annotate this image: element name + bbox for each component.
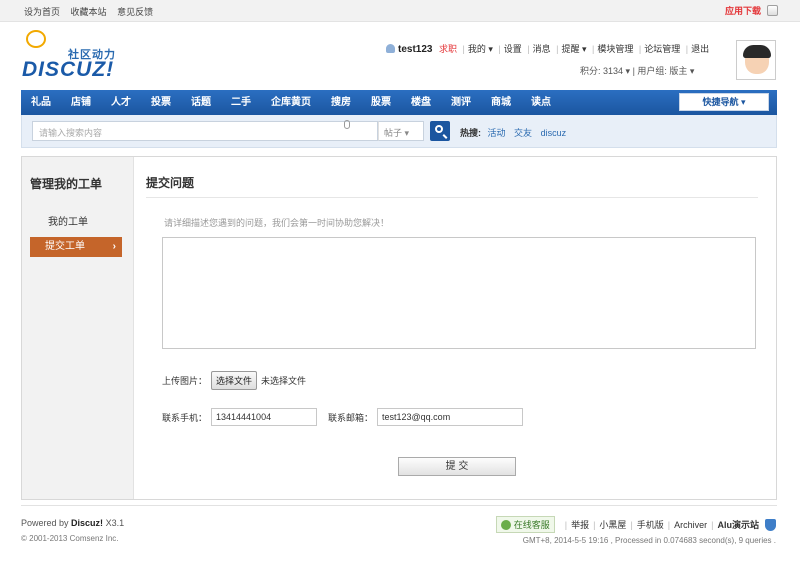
logo-bubble-icon [26, 30, 46, 48]
sidebar-item-submit-ticket[interactable]: 提交工单 › [30, 237, 122, 257]
app-download[interactable]: 应用下载 [725, 4, 778, 17]
phone-label: 联系手机： [162, 412, 208, 423]
nav-item-housing[interactable]: 搜房 [321, 90, 361, 115]
module-admin-link[interactable]: 模块管理 [597, 44, 633, 54]
powered-prefix: Powered by [21, 518, 69, 528]
search-button[interactable] [430, 121, 450, 141]
logo-brand: DISCUZ! [22, 58, 115, 81]
nav-item-gifts[interactable]: 礼品 [21, 90, 61, 115]
problem-textarea[interactable] [162, 237, 756, 349]
footer-links: 在线客服 | 举报 | 小黑屋 | 手机版 | Archiver | Alu演示站 [495, 516, 776, 533]
chevron-right-icon: › [112, 241, 116, 252]
sidebar: 管理我的工单 我的工单 提交工单 › [22, 157, 134, 499]
search-icon [435, 125, 443, 133]
shield-icon [765, 518, 776, 531]
ticket-form: 提交问题 请详细描述您遇到的问题，我们会第一时间协助您解决！ 上传图片： 选择文… [146, 157, 766, 499]
user-menu: test123 求职 | 我的 ▾ | 设置 | 消息 | 提醒 ▾ | 模块管理 | 论坛… [386, 42, 709, 55]
online-support-label: 在线客服 [513, 520, 550, 530]
sidebar-title: 管理我的工单 [30, 177, 103, 191]
sidebar-item-my-tickets[interactable]: 我的工单 [48, 213, 88, 228]
nav-item-stocks[interactable]: 股票 [361, 90, 401, 115]
my-menu[interactable]: 我的 ▾ [468, 44, 493, 54]
powered-version: X3.1 [105, 518, 125, 528]
upload-row: 上传图片： 选择文件 未选择文件 [162, 371, 306, 390]
search-bar: 请输入搜索内容 帖子 ▾ 热搜: 活动 交友 discuz [21, 115, 777, 148]
sidebar-item-label: 提交工单 [45, 241, 85, 252]
copyright: © 2001-2013 Comsenz Inc. [21, 534, 119, 543]
quick-nav-button[interactable]: 快捷导航 ▾ [679, 93, 769, 111]
notifications-menu[interactable]: 提醒 ▾ [562, 44, 587, 54]
forum-admin-link[interactable]: 论坛管理 [644, 44, 680, 54]
mobile-link[interactable]: 手机版 [637, 518, 664, 531]
processing-info: GMT+8, 2014-5-5 19:16 , Processed in 0.0… [522, 536, 776, 545]
top-bar: 设为首页 收藏本站 意见反馈 应用下载 [0, 0, 800, 22]
avatar[interactable] [736, 40, 776, 80]
nav-item-yellowpages[interactable]: 企库黄页 [261, 90, 321, 115]
main-nav: 礼品 店铺 人才 投票 话题 二手 企库黄页 搜房 股票 楼盘 测评 商城 读点… [21, 90, 777, 115]
set-homepage-link[interactable]: 设为首页 [24, 7, 60, 17]
user-stats: 积分: 3134 ▾ | 用户组: 版主 ▾ [580, 66, 695, 76]
top-links: 设为首页 收藏本站 意见反馈 [24, 5, 161, 18]
hot-search-link[interactable]: 交友 [514, 128, 532, 138]
nav-item-vote[interactable]: 投票 [141, 90, 181, 115]
nav-item-topics[interactable]: 话题 [181, 90, 221, 115]
app-download-label: 应用下载 [724, 6, 761, 16]
choose-file-button[interactable]: 选择文件 [211, 371, 258, 390]
email-row: 联系邮箱： test123@qq.com [328, 408, 524, 426]
nav-item-secondhand[interactable]: 二手 [221, 90, 261, 115]
nav-item-properties[interactable]: 楼盘 [401, 90, 441, 115]
hot-search-label: 热搜: [460, 128, 481, 138]
footer-divider [21, 505, 777, 506]
phone-row: 联系手机： 13414441004 [162, 408, 318, 426]
avatar-hair [743, 45, 771, 58]
feedback-link[interactable]: 意见反馈 [117, 7, 153, 17]
report-link[interactable]: 举报 [571, 518, 589, 531]
username-link[interactable]: test123 [398, 44, 432, 55]
messages-link[interactable]: 消息 [533, 44, 551, 54]
hot-search-link[interactable]: 活动 [488, 128, 506, 138]
support-icon [500, 519, 511, 530]
divider [146, 197, 758, 198]
nav-item-talent[interactable]: 人才 [101, 90, 141, 115]
settings-link[interactable]: 设置 [504, 44, 522, 54]
form-title: 提交问题 [146, 176, 195, 190]
app-icon [767, 5, 778, 16]
user-icon [386, 44, 395, 53]
search-input[interactable]: 请输入搜索内容 [32, 121, 378, 141]
no-file-text: 未选择文件 [261, 376, 307, 386]
microphone-icon[interactable] [344, 120, 350, 129]
online-support-button[interactable]: 在线客服 [495, 516, 555, 533]
demo-site-link[interactable]: Alu演示站 [718, 518, 760, 531]
site-logo[interactable]: 社区动力 DISCUZ! [22, 30, 132, 82]
email-label: 联系邮箱： [328, 412, 374, 423]
nav-item-shops[interactable]: 店铺 [61, 90, 101, 115]
nav-item-mall[interactable]: 商城 [481, 90, 521, 115]
logout-link[interactable]: 退出 [691, 44, 709, 54]
form-hint: 请详细描述您遇到的问题，我们会第一时间协助您解决！ [164, 218, 390, 228]
submit-button[interactable]: 提 交 [398, 457, 516, 476]
blackroom-link[interactable]: 小黑屋 [599, 518, 626, 531]
search-type-select[interactable]: 帖子 ▾ [378, 121, 424, 141]
upload-label: 上传图片： [162, 376, 208, 386]
usergroup-menu[interactable]: 用户组: 版主 ▾ [637, 66, 694, 76]
phone-field[interactable]: 13414441004 [211, 408, 318, 426]
email-field[interactable]: test123@qq.com [377, 408, 524, 426]
content-panel: 管理我的工单 我的工单 提交工单 › 提交问题 请详细描述您遇到的问题，我们会第… [21, 156, 777, 500]
job-link[interactable]: 求职 [439, 44, 457, 54]
hot-search-link[interactable]: discuz [541, 128, 567, 138]
powered-by: Powered by Discuz! X3.1 [21, 518, 124, 528]
bookmark-link[interactable]: 收藏本站 [71, 7, 107, 17]
points-menu[interactable]: 积分: 3134 ▾ [580, 66, 630, 76]
powered-brand-link[interactable]: Discuz! [71, 518, 103, 528]
archiver-link[interactable]: Archiver [674, 520, 707, 530]
nav-item-reading[interactable]: 读点 [521, 90, 561, 115]
hot-searches: 热搜: 活动 交友 discuz [460, 126, 572, 139]
nav-item-reviews[interactable]: 测评 [441, 90, 481, 115]
